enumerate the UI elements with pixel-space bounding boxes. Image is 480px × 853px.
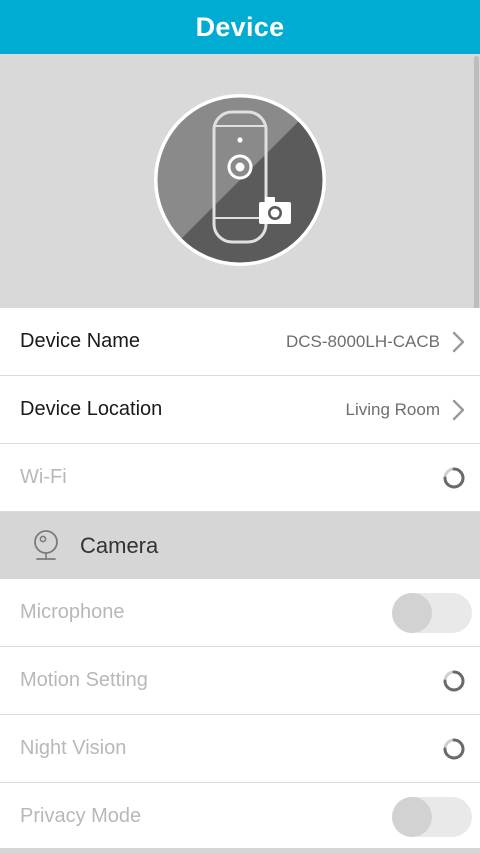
microphone-row: Microphone: [0, 579, 480, 647]
loading-spinner-icon: [443, 670, 465, 691]
night-vision-label: Night Vision: [20, 737, 127, 759]
device-location-row[interactable]: Device Location Living Room: [0, 376, 480, 444]
privacy-mode-label: Privacy Mode: [20, 805, 142, 827]
wifi-row[interactable]: Wi-Fi: [0, 444, 480, 512]
device-screen: Device Device Name DCS-8000LH-CACB Devic…: [0, 0, 480, 853]
microphone-label: Microphone: [20, 601, 125, 623]
night-vision-row[interactable]: Night Vision: [0, 715, 480, 783]
device-location-value: Living Room: [345, 399, 441, 419]
camera-section-header: Camera: [0, 512, 480, 579]
chevron-right-icon: [452, 399, 465, 420]
device-hero: [0, 54, 480, 308]
privacy-mode-toggle[interactable]: [392, 796, 472, 837]
camera-device-icon: [154, 94, 326, 266]
device-name-label: Device Name: [20, 330, 141, 352]
webcam-icon: [34, 529, 58, 560]
motion-setting-row[interactable]: Motion Setting: [0, 647, 480, 715]
toggle-knob: [392, 592, 432, 633]
loading-spinner-icon: [443, 467, 465, 488]
next-section-edge: [0, 848, 480, 853]
page-title: Device: [195, 11, 285, 42]
motion-setting-label: Motion Setting: [20, 669, 148, 691]
toggle-knob: [392, 796, 432, 837]
chevron-right-icon: [452, 331, 465, 352]
loading-spinner-icon: [443, 738, 465, 759]
device-name-value: DCS-8000LH-CACB: [286, 331, 440, 351]
camera-section-title: Camera: [80, 532, 159, 558]
device-location-label: Device Location: [20, 398, 163, 420]
privacy-mode-row: Privacy Mode: [0, 783, 480, 851]
device-name-row[interactable]: Device Name DCS-8000LH-CACB: [0, 308, 480, 376]
wifi-label: Wi-Fi: [20, 466, 67, 488]
settings-list: Device Name DCS-8000LH-CACB Device Locat…: [0, 308, 480, 851]
device-avatar[interactable]: [152, 92, 328, 268]
app-header: Device: [0, 0, 480, 54]
microphone-toggle[interactable]: [392, 592, 472, 633]
